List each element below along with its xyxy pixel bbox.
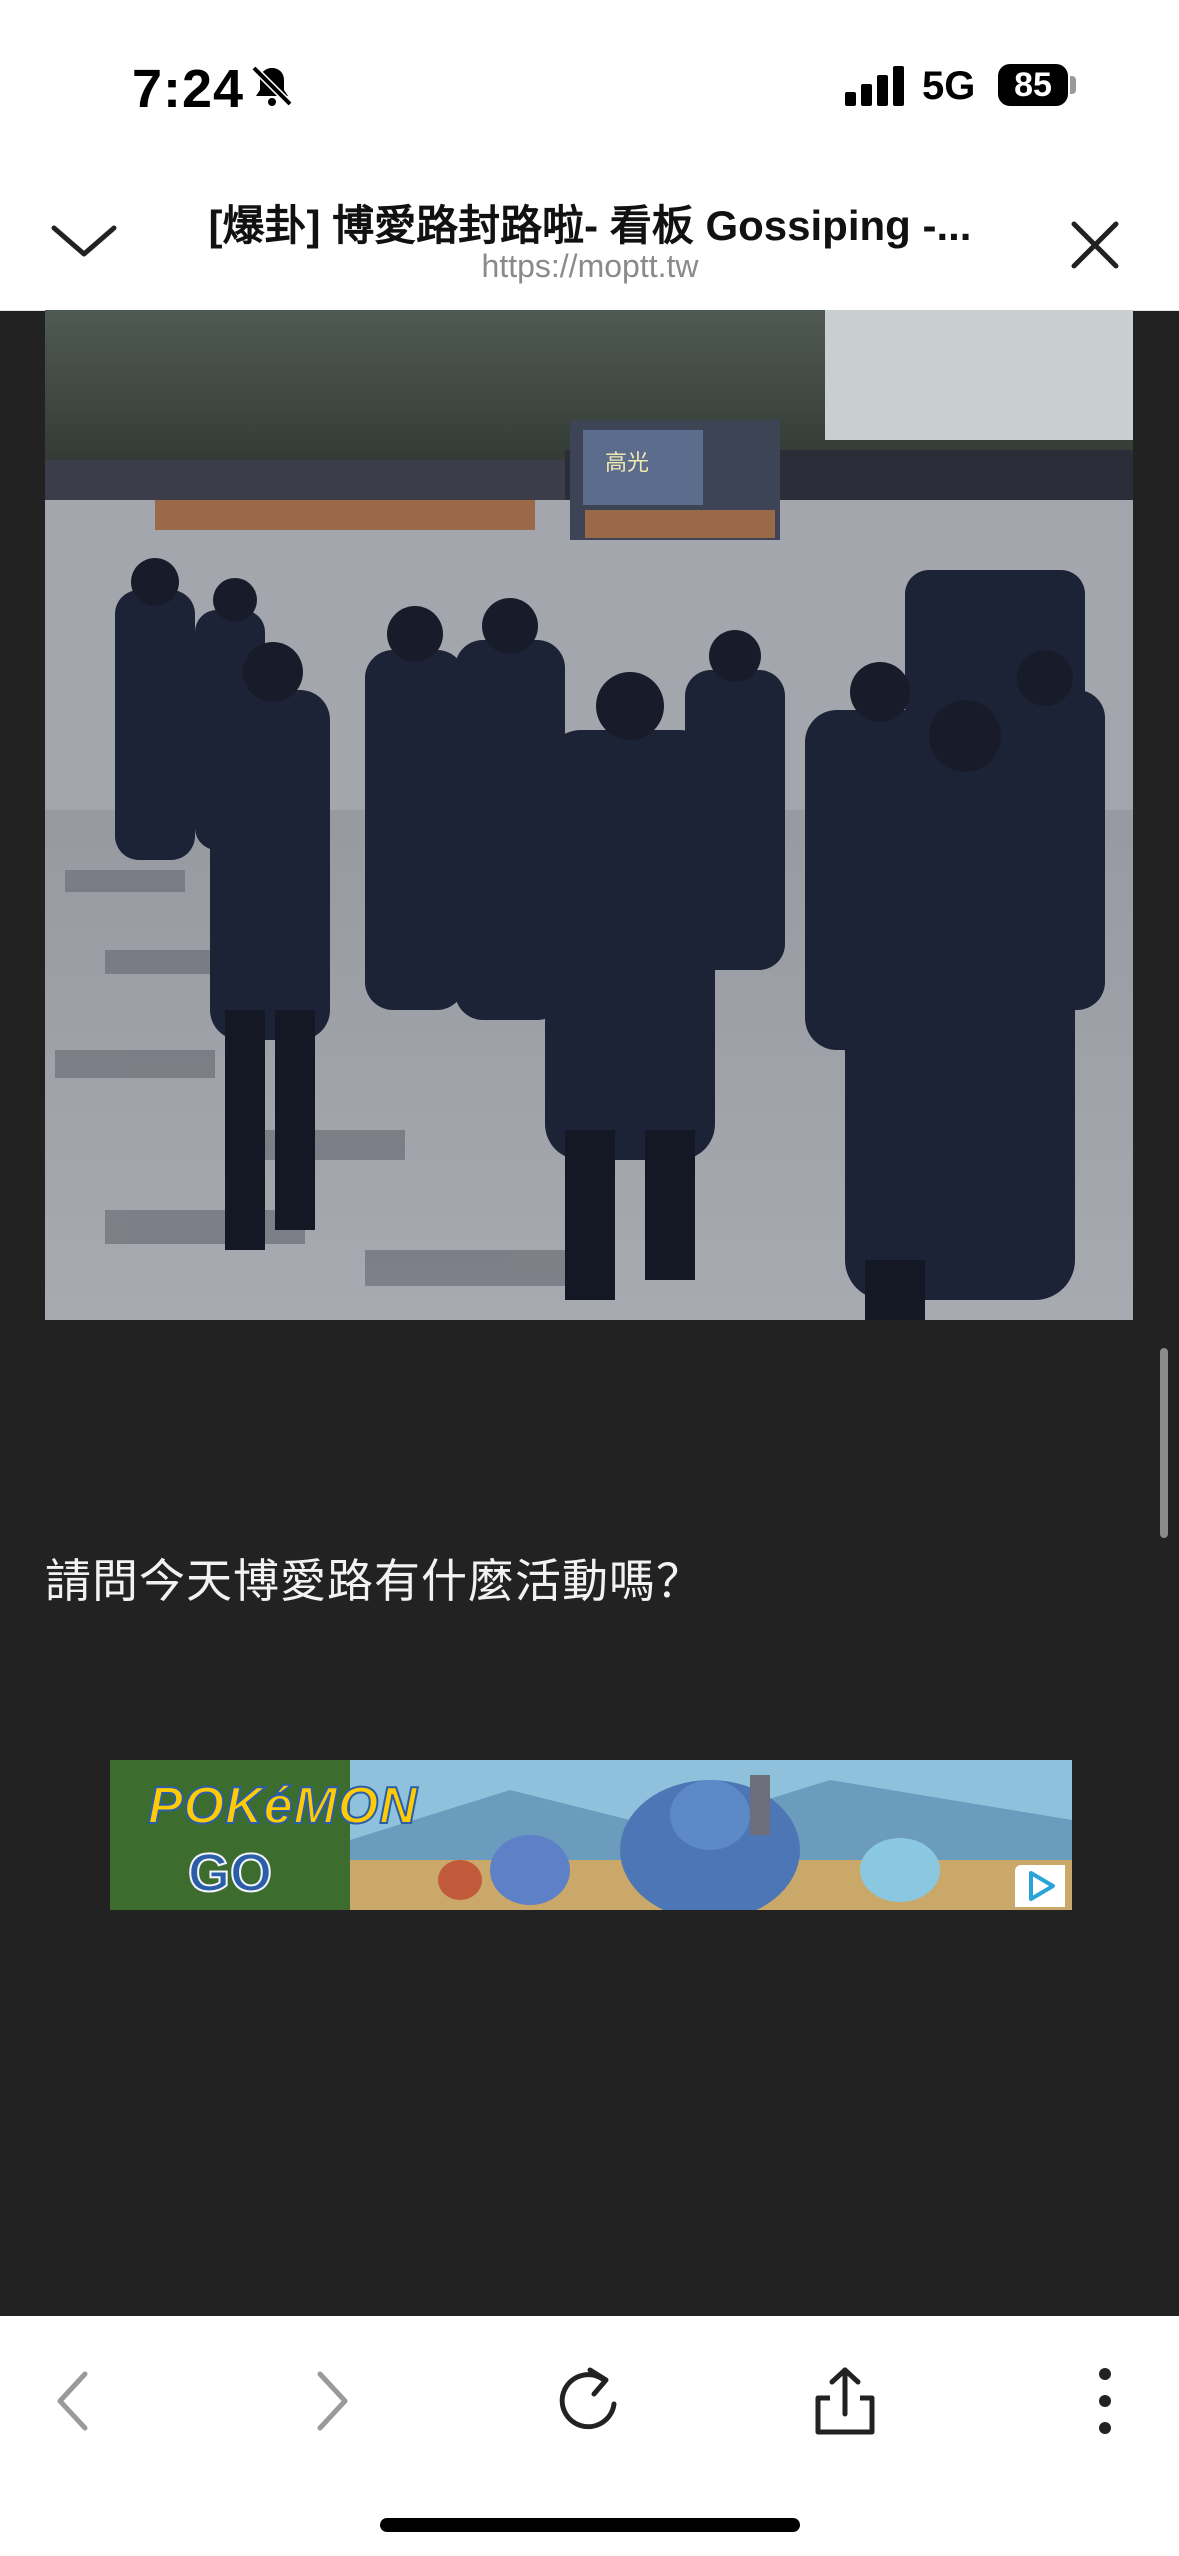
network-type: 5G (922, 64, 976, 108)
home-indicator[interactable] (380, 2518, 800, 2532)
ad-logo-sub: GO (187, 1842, 273, 1904)
close-icon[interactable] (1060, 210, 1130, 280)
scrollbar[interactable] (1160, 1348, 1168, 1538)
forward-icon[interactable] (285, 2356, 375, 2446)
reload-icon[interactable] (544, 2356, 634, 2446)
back-icon[interactable] (30, 2356, 120, 2446)
battery-tip (1070, 76, 1076, 94)
browser-header: [爆卦] 博愛路封路啦- 看板 Gossiping -... https://m… (0, 170, 1179, 311)
ad-banner[interactable]: POKéMON GO (110, 1760, 1072, 1910)
battery-icon: 85 (998, 64, 1068, 106)
chevron-down-icon[interactable] (48, 210, 120, 270)
page-url[interactable]: https://moptt.tw (150, 248, 1030, 285)
more-icon[interactable] (1060, 2356, 1150, 2446)
article-question: 請問今天博愛路有什麼活動嗎？ (45, 1555, 703, 1607)
article-photo: 高光 (45, 310, 1133, 1320)
cellular-signal-icon (845, 66, 904, 106)
bell-muted-icon (251, 65, 293, 107)
status-bar: 7:24 5G 85 (0, 0, 1179, 170)
ad-logo-text: POKéMON (147, 1776, 418, 1836)
photo-sign-text: 高光 (605, 451, 649, 476)
battery-level: 85 (1014, 66, 1052, 104)
adchoices-icon[interactable] (1015, 1865, 1065, 1907)
status-time: 7:24 (132, 59, 245, 119)
page-title: [爆卦] 博愛路封路啦- 看板 Gossiping -... (208, 202, 972, 249)
share-icon[interactable] (800, 2356, 890, 2446)
